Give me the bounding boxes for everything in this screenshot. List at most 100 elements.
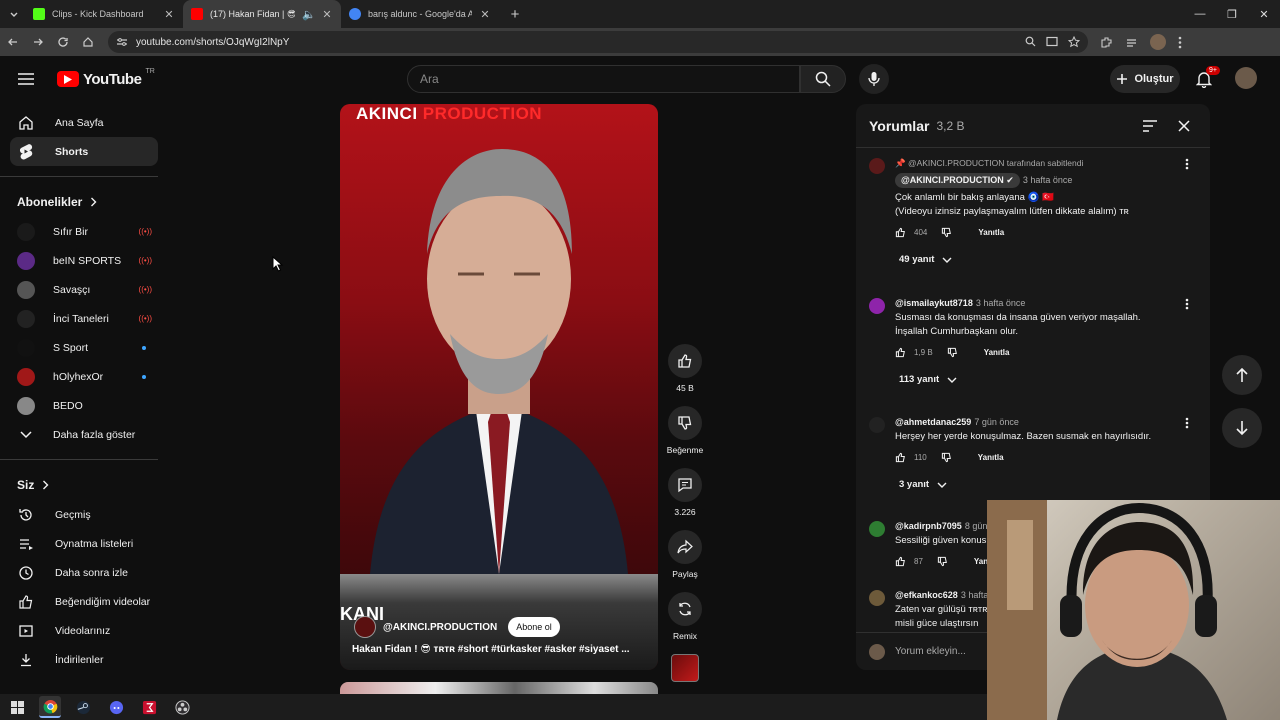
previous-short-button[interactable] <box>1222 355 1262 395</box>
replies-toggle[interactable]: 3 yanıt <box>899 479 1189 490</box>
share-button[interactable]: Paylaş <box>664 530 706 579</box>
subscription-item[interactable]: S Sport <box>0 333 158 362</box>
comment-author[interactable]: @ismailaykut8718 <box>895 298 973 308</box>
minimize-icon[interactable]: — <box>1184 8 1216 21</box>
thumb-down-icon[interactable] <box>947 347 958 358</box>
steam-taskbar-icon[interactable] <box>72 696 94 718</box>
next-short-preview[interactable] <box>340 682 658 694</box>
short-title[interactable]: Hakan Fidan ! 😎 ᴛʀᴛʀ #short #türkasker #… <box>352 644 630 655</box>
reply-button[interactable]: Yanıtla <box>978 228 1004 237</box>
subscription-item[interactable]: İnci Taneleri ((•)) <box>0 304 158 333</box>
notifications-button[interactable]: 9+ <box>1196 66 1220 88</box>
windows-start-icon[interactable] <box>6 696 28 718</box>
close-icon[interactable] <box>1178 119 1190 132</box>
next-short-button[interactable] <box>1222 408 1262 448</box>
channel-name[interactable]: @AKINCI.PRODUCTION <box>383 622 497 633</box>
create-button[interactable]: Oluştur <box>1110 65 1180 93</box>
reload-icon[interactable] <box>51 30 75 54</box>
sort-icon[interactable] <box>1142 119 1158 132</box>
browser-tab-youtube[interactable]: (17) Hakan Fidan | 😎 ᴛʀᴛʀ # 🔈 ✕ <box>183 0 341 28</box>
thumb-up-icon[interactable] <box>895 347 906 358</box>
reading-list-icon[interactable] <box>1125 36 1138 49</box>
tab-mute-icon[interactable]: 🔈 <box>302 8 316 21</box>
subscriptions-header[interactable]: Abonelikler <box>0 187 170 217</box>
reply-button[interactable]: Yanıtla <box>978 453 1004 462</box>
sidebar-item-shorts[interactable]: Shorts <box>10 137 158 166</box>
discord-taskbar-icon[interactable] <box>105 696 127 718</box>
voice-search-button[interactable] <box>859 64 889 94</box>
sidebar-item-history[interactable]: Geçmiş <box>0 500 170 529</box>
app-red-taskbar-icon[interactable] <box>138 696 160 718</box>
home-browser-icon[interactable] <box>76 30 100 54</box>
cast-icon[interactable] <box>1046 36 1058 47</box>
like-button[interactable]: 45 B <box>664 344 706 393</box>
tab-close-icon[interactable]: ✕ <box>163 8 175 21</box>
comment-author[interactable]: @efkankoc628 <box>895 590 958 600</box>
more-options-icon[interactable] <box>1185 417 1189 429</box>
site-info-icon[interactable] <box>116 37 128 47</box>
comment-author[interactable]: @kadirpnb7095 <box>895 521 962 531</box>
comment-avatar[interactable] <box>869 590 885 606</box>
obs-taskbar-icon[interactable] <box>171 696 193 718</box>
thumb-up-icon[interactable] <box>895 556 906 567</box>
subscription-item[interactable]: BEDO <box>0 391 158 420</box>
thumb-down-icon[interactable] <box>937 556 948 567</box>
shorts-video-player[interactable]: AKINCI PRODUCTION KANI @AKINCI.PRODUCTIO… <box>340 104 658 670</box>
hamburger-menu-icon[interactable] <box>17 72 41 86</box>
comments-button[interactable]: 3.226 <box>664 468 706 517</box>
comment-avatar[interactable] <box>869 521 885 537</box>
sidebar-item-downloads[interactable]: İndirilenler <box>0 645 170 674</box>
subscription-item[interactable]: Sıfır Bir ((•)) <box>0 217 158 246</box>
thumb-up-icon[interactable] <box>895 452 906 463</box>
more-options-icon[interactable] <box>1185 298 1189 310</box>
extensions-icon[interactable] <box>1100 36 1113 49</box>
browser-tab-kick[interactable]: Clips - Kick Dashboard ✕ <box>25 0 183 28</box>
search-button[interactable] <box>800 65 846 93</box>
sidebar-item-your-videos[interactable]: Videolarınız <box>0 616 170 645</box>
account-avatar[interactable] <box>1235 67 1257 89</box>
profile-avatar-icon[interactable] <box>1150 34 1166 50</box>
browser-menu-icon[interactable] <box>1178 36 1182 49</box>
close-window-icon[interactable]: ✕ <box>1248 8 1280 21</box>
more-options-icon[interactable] <box>1185 158 1189 170</box>
comment-time[interactable]: 3 hafta önce <box>976 298 1026 308</box>
new-tab-button[interactable]: + <box>505 6 525 23</box>
sidebar-item-home[interactable]: Ana Sayfa <box>0 108 158 137</box>
tab-close-icon[interactable]: ✕ <box>479 8 491 21</box>
address-bar[interactable]: youtube.com/shorts/OJqWgI2lNpY <box>108 31 1088 53</box>
sidebar-item-playlists[interactable]: Oynatma listeleri <box>0 529 170 558</box>
tab-close-icon[interactable]: ✕ <box>321 8 333 21</box>
comment-avatar[interactable] <box>869 417 885 433</box>
reply-button[interactable]: Yanıtla <box>984 348 1010 357</box>
thumb-down-icon[interactable] <box>941 227 952 238</box>
chrome-taskbar-icon[interactable] <box>39 696 61 718</box>
thumb-up-icon[interactable] <box>895 227 906 238</box>
back-icon[interactable] <box>1 30 25 54</box>
dislike-button[interactable]: Beğenme <box>664 406 706 455</box>
comment-avatar[interactable] <box>869 298 885 314</box>
remix-button[interactable]: Remix <box>664 592 706 641</box>
bookmark-star-icon[interactable] <box>1068 36 1080 48</box>
subscribe-button[interactable]: Abone ol <box>508 617 560 637</box>
comment-avatar[interactable] <box>869 158 885 174</box>
restore-icon[interactable]: ❐ <box>1216 8 1248 21</box>
comment-time[interactable]: 7 gün önce <box>974 417 1019 427</box>
sidebar-item-watch-later[interactable]: Daha sonra izle <box>0 558 170 587</box>
channel-avatar[interactable] <box>354 616 376 638</box>
you-header[interactable]: Siz <box>0 470 170 500</box>
show-more-button[interactable]: Daha fazla göster <box>0 420 158 449</box>
comment-author[interactable]: @AKINCI.PRODUCTION ✔ <box>895 173 1020 188</box>
replies-toggle[interactable]: 49 yanıt <box>899 254 1189 265</box>
subscription-item[interactable]: hOlyhexOr <box>0 362 158 391</box>
replies-toggle[interactable]: 113 yanıt <box>899 374 1189 385</box>
sidebar-item-liked-videos[interactable]: Beğendiğim videolar <box>0 587 170 616</box>
thumb-down-icon[interactable] <box>941 452 952 463</box>
zoom-icon[interactable] <box>1025 36 1036 47</box>
tab-search-icon[interactable] <box>3 3 25 25</box>
comment-author[interactable]: @ahmetdanac259 <box>895 417 971 427</box>
browser-tab-google[interactable]: barış aldunc - Google'da Ara ✕ <box>341 0 499 28</box>
audio-source-thumbnail[interactable] <box>671 654 699 682</box>
search-input[interactable] <box>420 72 799 86</box>
comment-time[interactable]: 3 hafta önce <box>1023 175 1073 185</box>
forward-icon[interactable] <box>26 30 50 54</box>
